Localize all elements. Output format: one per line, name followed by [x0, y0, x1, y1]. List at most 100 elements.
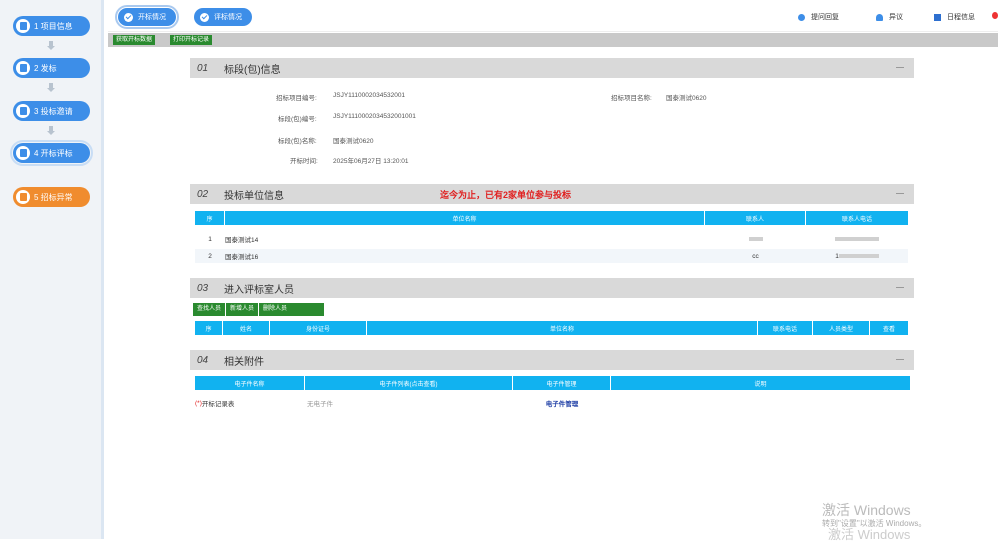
row-contact: cc — [752, 252, 759, 260]
doc-icon — [16, 190, 30, 204]
col-phone: 联系电话 — [758, 321, 813, 335]
link-label: 提问回复 — [811, 14, 839, 21]
section-number: 04 — [197, 354, 209, 366]
col-name: 姓名 — [223, 321, 270, 335]
col-index: 序 — [195, 211, 225, 225]
section-bidders-header: 02 投标单位信息 迄今为止，已有2家单位参与投标 — [190, 184, 914, 204]
col-description: 说明 — [754, 381, 767, 388]
collapse-icon[interactable] — [896, 359, 904, 360]
attachment-description — [611, 396, 910, 410]
attachment-name: (*) 开标记录表 — [195, 396, 305, 410]
row-index: 1 — [208, 235, 212, 243]
step-label: 3 投标邀请 — [34, 106, 73, 116]
col-company: 单位名称 — [367, 321, 758, 335]
doc-icon — [16, 104, 30, 118]
top-toolbar: 开标情况 评标情况 提问回复 异议 日程信息 — [108, 0, 998, 32]
add-person-button[interactable]: 新增人员 — [226, 303, 260, 316]
section-number: 02 — [197, 188, 209, 200]
project-name-label: 招标项目名称: — [611, 95, 652, 102]
bid-name-label: 标段(包)名称: — [278, 138, 317, 145]
table-row[interactable]: 2 国泰测试16 cc 1 — [195, 249, 908, 263]
down-arrow-icon — [47, 83, 55, 92]
question-dot-icon — [798, 13, 805, 21]
print-opening-record-button[interactable]: 打印开标记录 — [170, 35, 213, 45]
link-objection[interactable]: 异议 — [876, 12, 903, 22]
col-index: 序 — [195, 321, 223, 335]
col-contact: 联系人 — [705, 211, 806, 225]
row-phone — [806, 232, 908, 246]
check-icon — [200, 12, 209, 22]
section-attachments-header: 04 相关附件 — [190, 350, 914, 370]
step-exception[interactable]: 5 招标异常 — [13, 187, 90, 207]
power-icon[interactable] — [992, 12, 998, 19]
step-sidebar: 1 项目信息 2 发标 3 投标邀请 4 开标评标 5 招标异常 — [0, 0, 104, 539]
bid-no-label: 标段(包)编号: — [278, 116, 317, 123]
step-open-evaluate[interactable]: 4 开标评标 — [10, 140, 93, 166]
bidder-count-notice: 迄今为止，已有2家单位参与投标 — [440, 189, 572, 200]
col-id-number: 身份证号 — [270, 321, 367, 335]
table-row: (*) 开标记录表 无电子件 电子件管理 — [195, 396, 910, 410]
doc-icon — [16, 61, 30, 75]
section-title: 相关附件 — [224, 356, 264, 368]
tab-opening[interactable]: 开标情况 — [115, 5, 179, 29]
step-project-info[interactable]: 1 项目信息 — [13, 16, 90, 36]
section-evaluators-header: 03 进入评标室人员 — [190, 278, 914, 298]
fetch-opening-data-button[interactable]: 获取开标数据 — [113, 35, 156, 45]
windows-watermark-title: 激活 Windows — [822, 502, 911, 518]
col-phone: 联系人电话 — [841, 216, 872, 223]
project-no-value: JSJY1110002034532001 — [333, 92, 406, 99]
step-label: 4 开标评标 — [34, 148, 73, 158]
evaluator-actions: 查找人员 新增人员 删除人员 — [193, 303, 324, 316]
row-phone: 1 — [806, 249, 908, 263]
calendar-icon — [934, 13, 941, 21]
link-label: 异议 — [889, 14, 903, 21]
col-file-manage: 电子件管理 — [513, 376, 611, 390]
link-label: 日程信息 — [947, 14, 975, 21]
manage-files-link[interactable]: 电子件管理 — [513, 396, 611, 410]
check-icon — [124, 12, 133, 22]
bidders-table-header: 序 单位名称 联系人 联系人电话 — [195, 211, 908, 225]
open-time-label: 开标时间: — [290, 158, 318, 165]
person-icon — [876, 13, 883, 21]
link-schedule[interactable]: 日程信息 — [934, 12, 975, 22]
redacted-mark — [835, 237, 879, 241]
project-name-value: 国泰测试0620 — [666, 95, 707, 102]
row-index: 2 — [208, 252, 212, 260]
tab-label: 评标情况 — [214, 14, 242, 21]
col-person-type: 人员类型 — [813, 321, 870, 335]
col-view: 查看 — [882, 326, 895, 333]
link-questions[interactable]: 提问回复 — [798, 12, 839, 22]
collapse-icon[interactable] — [896, 67, 904, 68]
redacted-mark — [748, 237, 763, 241]
section-number: 03 — [197, 282, 209, 294]
collapse-icon[interactable] — [896, 193, 904, 194]
col-company: 单位名称 — [225, 211, 705, 225]
table-row[interactable]: 1 国泰测试14 — [195, 232, 908, 246]
collapse-icon[interactable] — [896, 287, 904, 288]
section-number: 01 — [197, 62, 209, 74]
section-title: 投标单位信息 — [224, 190, 284, 202]
section-title: 进入评标室人员 — [224, 284, 294, 296]
attachment-list: 无电子件 — [307, 401, 333, 408]
step-publish[interactable]: 2 发标 — [13, 58, 90, 78]
redacted-mark — [838, 254, 879, 258]
row-company: 国泰测试16 — [225, 254, 259, 261]
delete-person-button[interactable]: 删除人员 — [259, 303, 292, 316]
step-label: 2 发标 — [34, 63, 57, 73]
evaluators-table-header: 序 姓名 身份证号 单位名称 联系电话 人员类型 查看 — [195, 321, 908, 335]
doc-icon — [16, 19, 30, 33]
action-bar: 获取开标数据 打印开标记录 — [108, 33, 998, 47]
step-label: 5 招标异常 — [34, 192, 73, 202]
find-person-button[interactable]: 查找人员 — [193, 303, 227, 316]
required-mark: (*) — [195, 399, 202, 407]
step-invite[interactable]: 3 投标邀请 — [13, 101, 90, 121]
tab-evaluation[interactable]: 评标情况 — [194, 8, 252, 26]
bid-name-value: 国泰测试0620 — [333, 138, 374, 145]
windows-watermark-ghost: 激活 Windows — [828, 527, 911, 542]
col-file-name: 电子件名称 — [195, 376, 305, 390]
section-bid-info-header: 01 标段(包)信息 — [190, 58, 914, 78]
bid-no-value: JSJY1110002034532001001 — [333, 113, 416, 120]
section-title: 标段(包)信息 — [224, 64, 281, 76]
attachment-title: 开标记录表 — [201, 401, 235, 408]
down-arrow-icon — [47, 126, 55, 135]
